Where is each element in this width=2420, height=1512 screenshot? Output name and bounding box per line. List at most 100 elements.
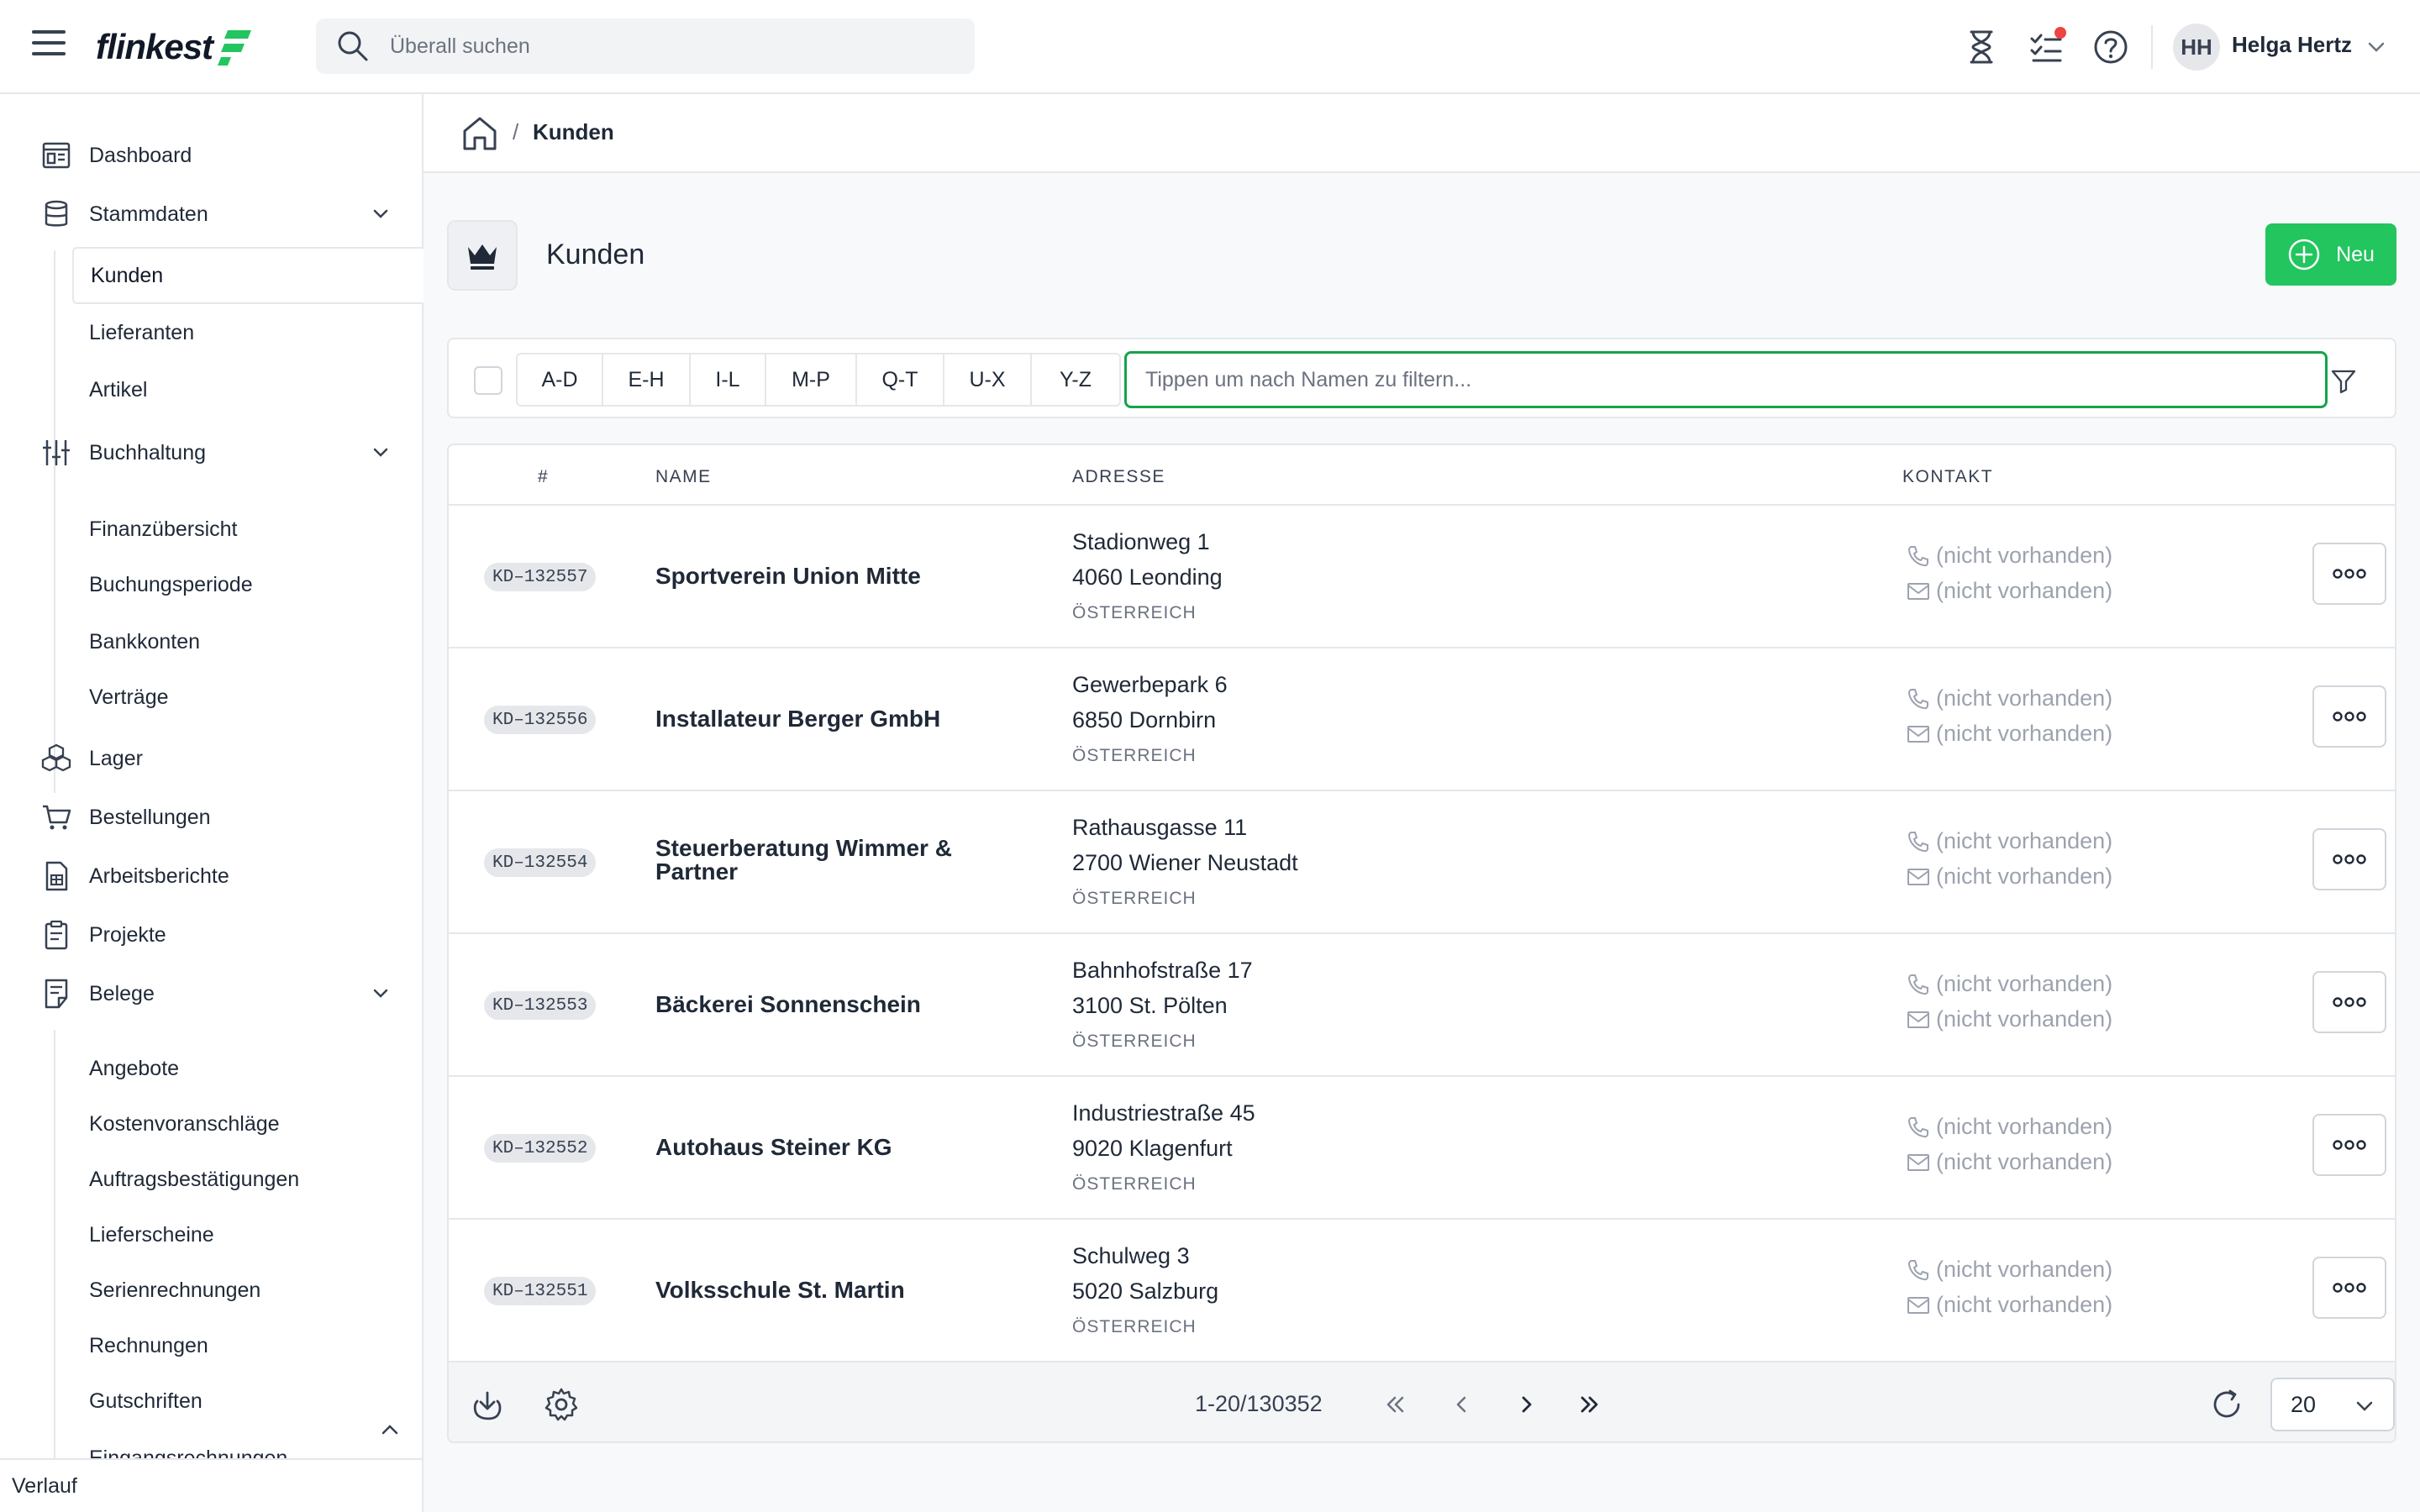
sidebar-item-label: Stammdaten: [89, 202, 208, 226]
breadcrumb: / Kunden: [424, 94, 2420, 173]
contact-email: (nicht vorhanden): [1906, 1292, 2112, 1318]
address-city: 9020 Klagenfurt: [1072, 1136, 1233, 1161]
sidebar-item-buchhaltung[interactable]: Buchhaltung: [40, 432, 393, 474]
column-header-number[interactable]: #: [538, 467, 549, 487]
per-page-select[interactable]: 20: [2270, 1378, 2395, 1431]
home-icon[interactable]: [459, 113, 501, 155]
next-page-icon[interactable]: [1507, 1386, 1544, 1423]
letter-filter-q-t[interactable]: Q-T: [857, 354, 944, 405]
table-row[interactable]: KD–132557 Sportverein Union Mitte Stadionw…: [449, 506, 2395, 648]
previous-page-icon[interactable]: [1444, 1386, 1481, 1423]
letter-filter-y-z[interactable]: Y-Z: [1032, 354, 1119, 405]
row-actions-button[interactable]: [2312, 1257, 2386, 1319]
letter-filter-u-x[interactable]: U-X: [944, 354, 1032, 405]
sidebar-item-label: Projekte: [89, 922, 166, 947]
row-actions-button[interactable]: [2312, 1114, 2386, 1176]
sidebar-subitem-lieferanten[interactable]: Lieferanten: [89, 314, 194, 351]
filter-icon[interactable]: [2328, 365, 2360, 396]
row-actions-button[interactable]: [2312, 828, 2386, 890]
name-filter-field[interactable]: [1124, 351, 2328, 408]
new-customer-button[interactable]: Neu: [2265, 223, 2396, 286]
letter-filter-a-d[interactable]: A-D: [518, 354, 603, 405]
phone-icon: [1907, 1259, 1928, 1280]
sidebar-subitem-gutschriften[interactable]: Gutschriften: [89, 1383, 203, 1420]
table-row[interactable]: KD–132556 Installateur Berger GmbH Gewerbe…: [449, 648, 2395, 791]
letter-filter-m-p[interactable]: M-P: [766, 354, 857, 405]
sidebar-item-bestellungen[interactable]: Bestellungen: [40, 796, 393, 838]
sidebar-item-lager[interactable]: Lager: [40, 738, 393, 780]
refresh-icon[interactable]: [2208, 1386, 2245, 1423]
sidebar-subitem-auftragsbestaetigungen[interactable]: Auftragsbestätigungen: [89, 1161, 299, 1198]
sidebar-item-label: Arbeitsberichte: [89, 864, 229, 888]
letter-filter-e-h[interactable]: E-H: [603, 354, 691, 405]
address-country: ÖSTERREICH: [1072, 746, 1197, 765]
column-header-name[interactable]: NAME: [655, 467, 712, 487]
sidebar-item-belege[interactable]: Belege: [40, 973, 393, 1015]
sidebar-subitem-kunden[interactable]: Kunden: [72, 247, 424, 304]
row-actions-button[interactable]: [2312, 971, 2386, 1033]
table-row[interactable]: KD–132552 Autohaus Steiner KG Industriestr…: [449, 1077, 2395, 1220]
customer-name[interactable]: Bäckerei Sonnenschein: [655, 993, 1008, 1016]
table-row[interactable]: KD–132551 Volksschule St. Martin Schulweg …: [449, 1220, 2395, 1362]
menu-icon[interactable]: [32, 30, 66, 64]
customer-name[interactable]: Steuerberatung Wimmer & Partner: [655, 837, 1008, 884]
customer-name[interactable]: Autohaus Steiner KG: [655, 1136, 1008, 1159]
contact-email: (nicht vorhanden): [1906, 578, 2112, 604]
letter-filter-i-l[interactable]: I-L: [691, 354, 766, 405]
more-icon: [2333, 997, 2366, 1007]
sidebar-subitem-buchungsperiode[interactable]: Buchungsperiode: [89, 566, 253, 603]
row-actions-button[interactable]: [2312, 685, 2386, 748]
header-divider: [2151, 25, 2153, 69]
select-all-checkbox[interactable]: [474, 366, 502, 395]
help-icon[interactable]: [2091, 27, 2131, 67]
logo[interactable]: flinkest: [96, 24, 253, 71]
row-actions-button[interactable]: [2312, 543, 2386, 605]
name-filter-input[interactable]: [1145, 367, 2325, 392]
avatar[interactable]: HH: [2173, 24, 2220, 71]
column-header-contact[interactable]: KONTAKT: [1902, 467, 1993, 487]
sidebar-item-projekte[interactable]: Projekte: [40, 914, 393, 956]
contact-email: (nicht vorhanden): [1906, 1149, 2112, 1175]
customer-id-badge: KD–132553: [484, 991, 597, 1020]
sidebar-item-label: Belege: [89, 981, 155, 1005]
global-search[interactable]: [316, 18, 975, 74]
settings-icon[interactable]: [543, 1386, 580, 1423]
sidebar-subitem-lieferscheine[interactable]: Lieferscheine: [89, 1216, 214, 1253]
sidebar-subitem-kostenvoranschlaege[interactable]: Kostenvoranschläge: [89, 1105, 280, 1142]
table-footer: 1-20/130352 20: [449, 1361, 2395, 1441]
sidebar-subitem-serienrechnungen[interactable]: Serienrechnungen: [89, 1272, 260, 1309]
sidebar-subitem-artikel[interactable]: Artikel: [89, 371, 147, 408]
search-icon: [338, 31, 368, 61]
chevron-down-icon[interactable]: [368, 981, 393, 1006]
sidebar-item-dashboard[interactable]: Dashboard: [40, 134, 393, 176]
global-search-input[interactable]: [390, 34, 928, 59]
chevron-down-icon[interactable]: [2363, 34, 2390, 60]
sidebar-footer-verlauf[interactable]: Verlauf: [0, 1458, 422, 1512]
last-page-icon[interactable]: [1571, 1386, 1608, 1423]
download-icon[interactable]: [469, 1386, 506, 1423]
first-page-icon[interactable]: [1376, 1386, 1413, 1423]
hourglass-icon[interactable]: [1961, 27, 2002, 67]
chevron-down-icon[interactable]: [368, 202, 393, 227]
sidebar-subitem-bankkonten[interactable]: Bankkonten: [89, 623, 200, 660]
sidebar-item-stammdaten[interactable]: Stammdaten: [40, 193, 393, 235]
customer-name[interactable]: Installateur Berger GmbH: [655, 707, 1008, 731]
sidebar-subitem-angebote[interactable]: Angebote: [89, 1050, 179, 1087]
sidebar-item-arbeitsberichte[interactable]: Arbeitsberichte: [40, 855, 393, 897]
chevron-down-icon[interactable]: [368, 440, 393, 465]
sidebar-subitem-finanzuebersicht[interactable]: Finanzübersicht: [89, 511, 237, 548]
logo-mark-icon: [218, 30, 252, 66]
contact-phone: (nicht vorhanden): [1906, 1114, 2112, 1140]
contact-email-value: (nicht vorhanden): [1936, 578, 2113, 603]
mail-icon: [1907, 1296, 1929, 1314]
table-row[interactable]: KD–132553 Bäckerei Sonnenschein Bahnhofstr…: [449, 934, 2395, 1077]
chevron-up-icon[interactable]: [375, 1415, 405, 1445]
tasks-icon[interactable]: [2027, 27, 2067, 67]
sidebar-subitem-vertraege[interactable]: Verträge: [89, 679, 169, 716]
sidebar-subitem-rechnungen[interactable]: Rechnungen: [89, 1327, 208, 1364]
user-name[interactable]: Helga Hertz: [2232, 32, 2352, 58]
customer-name[interactable]: Sportverein Union Mitte: [655, 564, 1008, 588]
customer-name[interactable]: Volksschule St. Martin: [655, 1278, 1008, 1302]
table-row[interactable]: KD–132554 Steuerberatung Wimmer & Partner…: [449, 791, 2395, 934]
column-header-address[interactable]: ADRESSE: [1072, 467, 1165, 487]
